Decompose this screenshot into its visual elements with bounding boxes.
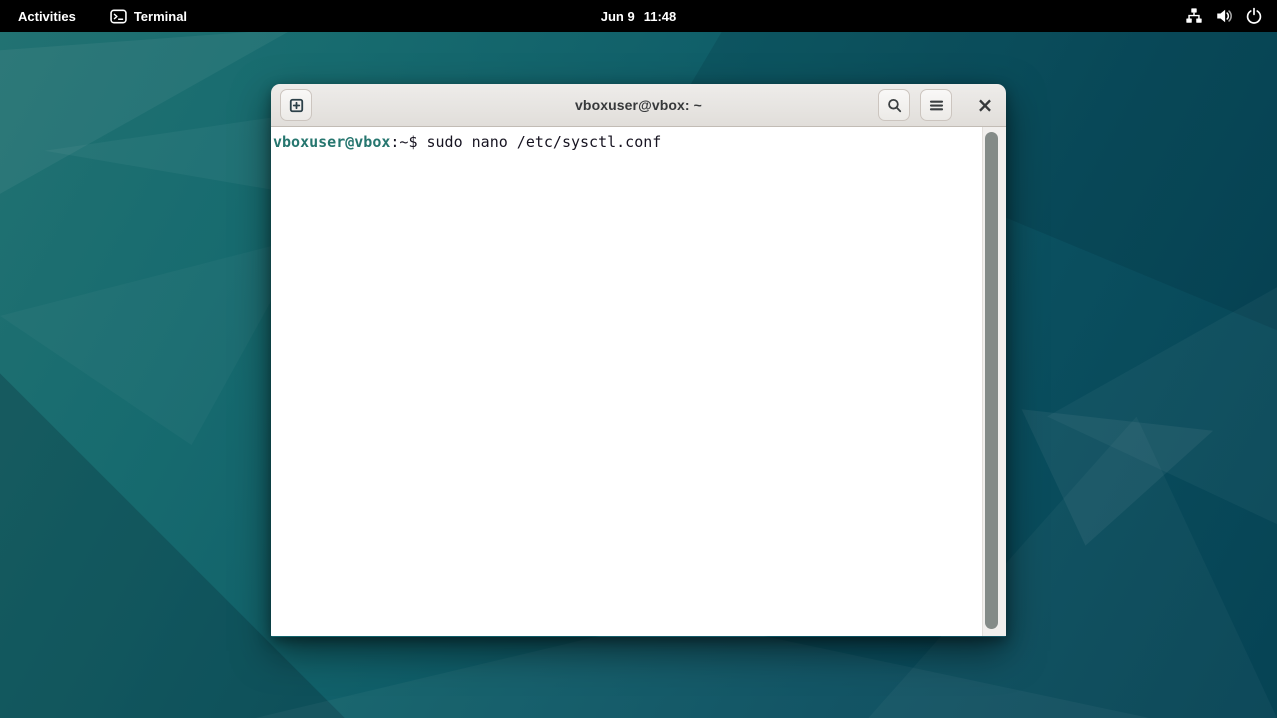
clock-date: Jun 9: [601, 9, 635, 24]
scrollbar[interactable]: [982, 127, 1006, 636]
power-icon: [1245, 7, 1263, 25]
volume-icon: [1215, 7, 1233, 25]
titlebar[interactable]: vboxuser@vbox: ~ ×: [271, 84, 1006, 127]
clock-button[interactable]: Jun 9 11:48: [601, 0, 677, 32]
scrollbar-thumb[interactable]: [985, 132, 998, 629]
window-title: vboxuser@vbox: ~: [575, 97, 702, 113]
clock-time: 11:48: [644, 9, 677, 24]
menu-icon: [928, 97, 945, 114]
close-button[interactable]: ×: [970, 90, 1000, 120]
terminal-icon: [110, 8, 127, 25]
command-text: sudo nano /etc/sysctl.conf: [427, 133, 662, 151]
search-icon: [886, 97, 903, 114]
network-icon: [1185, 7, 1203, 25]
terminal-prompt-line: vboxuser@vbox:~$ sudo nano /etc/sysctl.co…: [271, 127, 1006, 152]
app-indicator-terminal[interactable]: Terminal: [104, 0, 193, 32]
prompt-suffix: :~$: [390, 133, 417, 151]
prompt-user-host: vboxuser@vbox: [273, 133, 390, 151]
search-button[interactable]: [878, 89, 910, 121]
top-bar: Activities Terminal Jun 9 11:48: [0, 0, 1277, 32]
new-tab-button[interactable]: [280, 89, 312, 121]
terminal-content[interactable]: vboxuser@vbox:~$ sudo nano /etc/sysctl.co…: [271, 127, 1006, 636]
tab-new-icon: [288, 97, 305, 114]
terminal-window: vboxuser@vbox: ~ × vboxuser@vbox:~$ sudo …: [271, 84, 1006, 637]
app-indicator-label: Terminal: [134, 9, 187, 24]
system-status-area[interactable]: [1171, 0, 1277, 32]
activities-button[interactable]: Activities: [12, 0, 82, 32]
menu-button[interactable]: [920, 89, 952, 121]
